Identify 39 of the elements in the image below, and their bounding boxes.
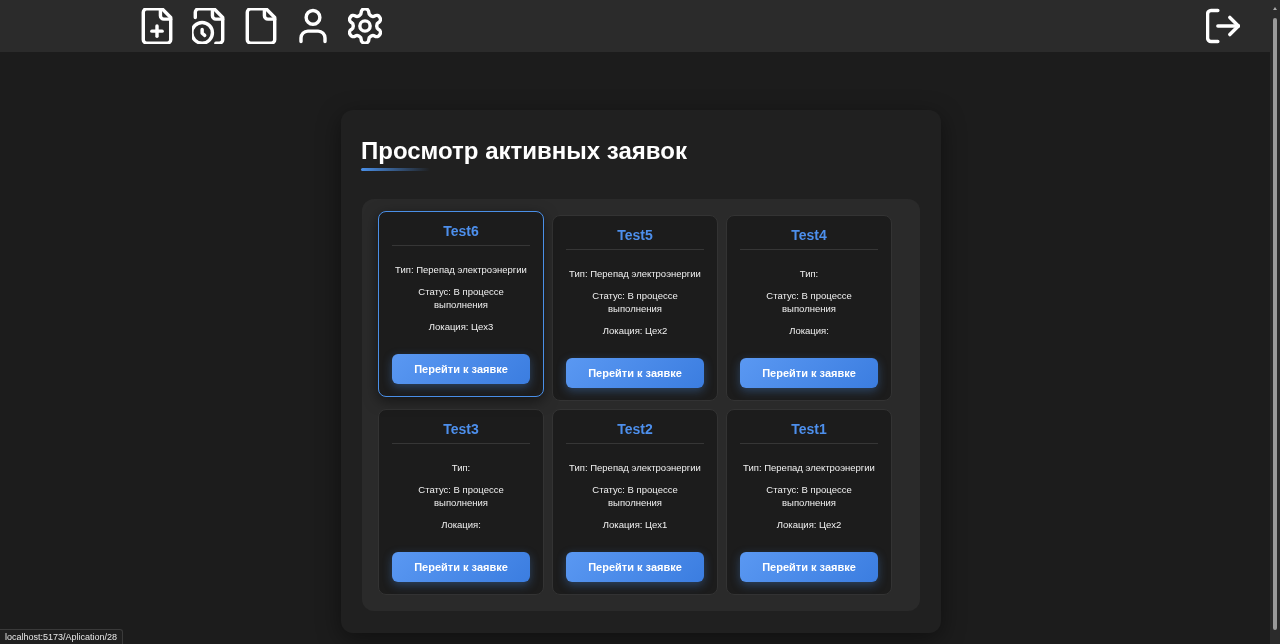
status-text: Статус: В процессе выполнения — [591, 483, 679, 509]
card-title: Test6 — [392, 222, 530, 246]
settings-icon[interactable] — [348, 8, 382, 44]
card-title: Test2 — [566, 420, 704, 444]
location-text: Локация: Цех2 — [602, 324, 668, 337]
file-icon[interactable] — [244, 8, 278, 44]
open-request-button[interactable]: Перейти к заявке — [392, 552, 530, 582]
card-title: Test1 — [740, 420, 878, 444]
card-title: Test3 — [392, 420, 530, 444]
type-text: Тип: — [799, 267, 819, 280]
card-title: Test4 — [740, 226, 878, 250]
status-text: Статус: В процессе выполнения — [417, 285, 505, 311]
type-text: Тип: Перепад электроэнергии — [569, 461, 701, 474]
logout-icon[interactable] — [1206, 8, 1240, 44]
location-text: Локация: — [789, 324, 829, 337]
location-text: Локация: Цех2 — [776, 518, 842, 531]
file-clock-icon[interactable] — [192, 8, 226, 44]
open-request-button[interactable]: Перейти к заявке — [740, 552, 878, 582]
location-text: Локация: — [441, 518, 481, 531]
type-text: Тип: Перепад электроэнергии — [569, 267, 701, 280]
location-text: Локация: Цех3 — [428, 320, 494, 333]
status-text: Статус: В процессе выполнения — [765, 483, 853, 509]
type-text: Тип: — [451, 461, 471, 474]
location-text: Локация: Цех1 — [602, 518, 668, 531]
status-url: localhost:5173/Aplication/28 — [0, 629, 124, 644]
status-text: Статус: В процессе выполнения — [417, 483, 505, 509]
open-request-button[interactable]: Перейти к заявке — [392, 354, 530, 384]
open-request-button[interactable]: Перейти к заявке — [566, 358, 704, 388]
type-text: Тип: Перепад электроэнергии — [743, 461, 875, 474]
user-icon[interactable] — [296, 8, 330, 44]
title-accent-line — [361, 168, 430, 171]
status-text: Статус: В процессе выполнения — [765, 289, 853, 315]
type-text: Тип: Перепад электроэнергии — [395, 263, 527, 276]
card-title: Test5 — [566, 226, 704, 250]
file-plus-icon[interactable] — [140, 8, 174, 44]
page-title: Просмотр активных заявок — [361, 136, 688, 166]
open-request-button[interactable]: Перейти к заявке — [740, 358, 878, 388]
open-request-button[interactable]: Перейти к заявке — [566, 552, 704, 582]
status-text: Статус: В процессе выполнения — [591, 289, 679, 315]
